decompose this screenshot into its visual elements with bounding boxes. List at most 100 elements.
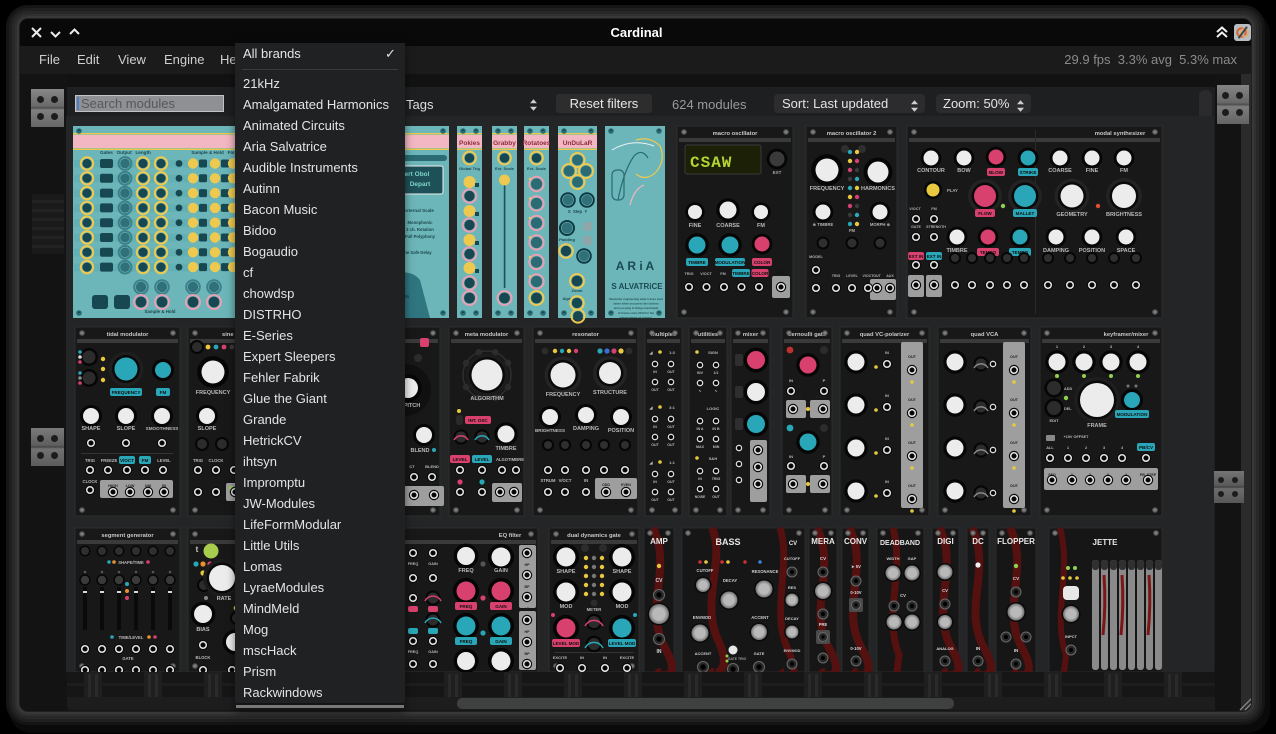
svg-text:COLOR: COLOR bbox=[754, 260, 771, 265]
svg-text:CONTOUR: CONTOUR bbox=[917, 168, 945, 174]
svg-text:TIMBRE: TIMBRE bbox=[732, 271, 750, 276]
svg-text:MOD: MOD bbox=[616, 604, 629, 610]
svg-text:LOGIC: LOGIC bbox=[707, 406, 720, 411]
svg-text:GAIN: GAIN bbox=[428, 650, 438, 654]
svg-text:COLOR: COLOR bbox=[752, 271, 769, 276]
svg-text:FM: FM bbox=[142, 458, 149, 463]
svg-text:BLEND: BLEND bbox=[425, 464, 439, 469]
svg-text:SHAPE: SHAPE bbox=[557, 569, 576, 575]
svg-text:WIDTH: WIDTH bbox=[886, 556, 899, 561]
svg-text:TIMBRE: TIMBRE bbox=[688, 260, 706, 265]
svg-text:quad VCA: quad VCA bbox=[971, 332, 1000, 338]
svg-text:Depart: Depart bbox=[410, 181, 431, 188]
svg-text:OUT: OUT bbox=[1010, 484, 1019, 488]
svg-text:PLAY: PLAY bbox=[947, 188, 958, 193]
svg-text:LP: LP bbox=[525, 607, 530, 611]
svg-text:FM: FM bbox=[757, 223, 765, 229]
svg-text:3:1: 3:1 bbox=[669, 405, 676, 410]
svg-text:SMOOTHNESS: SMOOTHNESS bbox=[146, 426, 179, 431]
svg-text:OUT B: OUT B bbox=[814, 470, 826, 474]
svg-text:IN: IN bbox=[976, 646, 981, 651]
svg-text:meta modulator: meta modulator bbox=[465, 332, 509, 338]
svg-text:OUT: OUT bbox=[651, 388, 659, 392]
svg-text:OUT: OUT bbox=[908, 355, 917, 359]
svg-text:mixer: mixer bbox=[743, 332, 759, 338]
svg-text:FM: FM bbox=[160, 390, 167, 395]
svg-text:BRIGHTNESS: BRIGHTNESS bbox=[535, 428, 565, 433]
svg-text:MORPH ⊕: MORPH ⊕ bbox=[870, 222, 891, 227]
svg-text:ODD: ODD bbox=[602, 483, 610, 487]
svg-text:1:3: 1:3 bbox=[669, 350, 676, 355]
svg-text:FREQ: FREQ bbox=[408, 562, 419, 566]
svg-text:macro oscillator: macro oscillator bbox=[713, 131, 759, 137]
svg-text:PB/CV: PB/CV bbox=[1139, 445, 1154, 450]
svg-text:GATE: GATE bbox=[911, 225, 921, 229]
svg-text:AUX: AUX bbox=[510, 478, 518, 482]
svg-text:Pokies: Pokies bbox=[459, 140, 480, 147]
svg-text:MODEL: MODEL bbox=[809, 255, 823, 259]
svg-text:COARSE: COARSE bbox=[1048, 168, 1072, 174]
svg-text:P: P bbox=[823, 378, 826, 383]
svg-text:IN: IN bbox=[653, 480, 657, 484]
svg-text:EXT IN: EXT IN bbox=[927, 254, 942, 259]
svg-text:STRENGTH: STRENGTH bbox=[926, 225, 946, 229]
svg-text:OUT: OUT bbox=[1010, 355, 1019, 359]
svg-text:OUT: OUT bbox=[712, 495, 720, 499]
svg-text:OUT B: OUT B bbox=[814, 395, 826, 399]
svg-text:CLOCK: CLOCK bbox=[83, 479, 98, 484]
svg-text:OUT: OUT bbox=[667, 480, 675, 484]
svg-text:HARMONICS: HARMONICS bbox=[861, 186, 895, 192]
svg-text:OUT: OUT bbox=[908, 398, 917, 402]
svg-text:CV: CV bbox=[900, 593, 906, 598]
svg-text:Sample & Hold: Sample & Hold bbox=[145, 309, 176, 314]
svg-text:Rotatoes: Rotatoes bbox=[523, 140, 551, 147]
svg-text:t: t bbox=[196, 545, 199, 554]
svg-text:in france since 2019 for the: in france since 2019 for the bbox=[618, 311, 655, 315]
svg-text:Gates Output Length: Gates Output Length bbox=[100, 150, 151, 155]
svg-text:Zoom: Zoom bbox=[572, 288, 583, 293]
svg-text:ert Obol: ert Obol bbox=[405, 171, 430, 178]
svg-text:Ext. Scale: Ext. Scale bbox=[527, 166, 547, 171]
svg-text:CUTOFF: CUTOFF bbox=[784, 556, 801, 561]
svg-text:OUT: OUT bbox=[777, 271, 786, 275]
svg-text:3 ch. Rotation: 3 ch. Rotation bbox=[406, 227, 434, 232]
svg-text:1: 1 bbox=[1067, 446, 1069, 450]
svg-text:tidal modulator: tidal modulator bbox=[107, 332, 150, 338]
svg-text:FRAME: FRAME bbox=[1087, 423, 1107, 429]
svg-text:FREEZE: FREEZE bbox=[101, 458, 118, 463]
svg-text:CV: CV bbox=[942, 588, 948, 593]
svg-text:LEVEL: LEVEL bbox=[475, 457, 490, 462]
svg-text:RESONANCE: RESONANCE bbox=[752, 569, 779, 574]
svg-text:FREQUENCY: FREQUENCY bbox=[546, 392, 581, 398]
svg-text:OUT: OUT bbox=[651, 498, 659, 502]
svg-text:TRIG: TRIG bbox=[712, 477, 721, 481]
svg-text:quad VC-polarizer: quad VC-polarizer bbox=[860, 332, 910, 338]
svg-text:ENVMOD: ENVMOD bbox=[784, 649, 801, 653]
svg-text:EVEN: EVEN bbox=[621, 483, 631, 487]
svg-text:1:1: 1:1 bbox=[669, 460, 676, 465]
svg-text:FM: FM bbox=[849, 228, 856, 233]
svg-text:keyframer/mixer: keyframer/mixer bbox=[1104, 332, 1150, 338]
svg-text:FM: FM bbox=[720, 272, 725, 276]
svg-text:2: 2 bbox=[1085, 446, 1087, 450]
svg-text:IN: IN bbox=[580, 655, 584, 660]
svg-text:MOD: MOD bbox=[560, 604, 573, 610]
svg-text:METER: METER bbox=[587, 607, 602, 612]
svg-text:TRIG: TRIG bbox=[832, 274, 841, 278]
svg-text:utilities: utilities bbox=[698, 332, 718, 338]
svg-text:V/OCT: V/OCT bbox=[120, 458, 134, 463]
svg-text:SLOPE: SLOPE bbox=[198, 426, 217, 432]
svg-text:OUT R: OUT R bbox=[928, 270, 940, 274]
svg-text:INPCT: INPCT bbox=[1065, 634, 1078, 639]
svg-text:⊕ TIMBRE: ⊕ TIMBRE bbox=[813, 222, 834, 227]
svg-text:STRIKE: STRIKE bbox=[1020, 170, 1037, 175]
svg-text:OUT: OUT bbox=[667, 498, 675, 502]
svg-text:IN: IN bbox=[885, 351, 889, 355]
svg-text:P: P bbox=[823, 454, 826, 459]
svg-text:DECAY: DECAY bbox=[785, 616, 799, 621]
svg-text:EXCITE: EXCITE bbox=[620, 655, 635, 660]
svg-text:IN: IN bbox=[789, 378, 793, 383]
svg-text:IN B: IN B bbox=[712, 427, 720, 431]
svg-text:PRE: PRE bbox=[819, 622, 828, 627]
svg-text:FREQ: FREQ bbox=[458, 568, 474, 574]
